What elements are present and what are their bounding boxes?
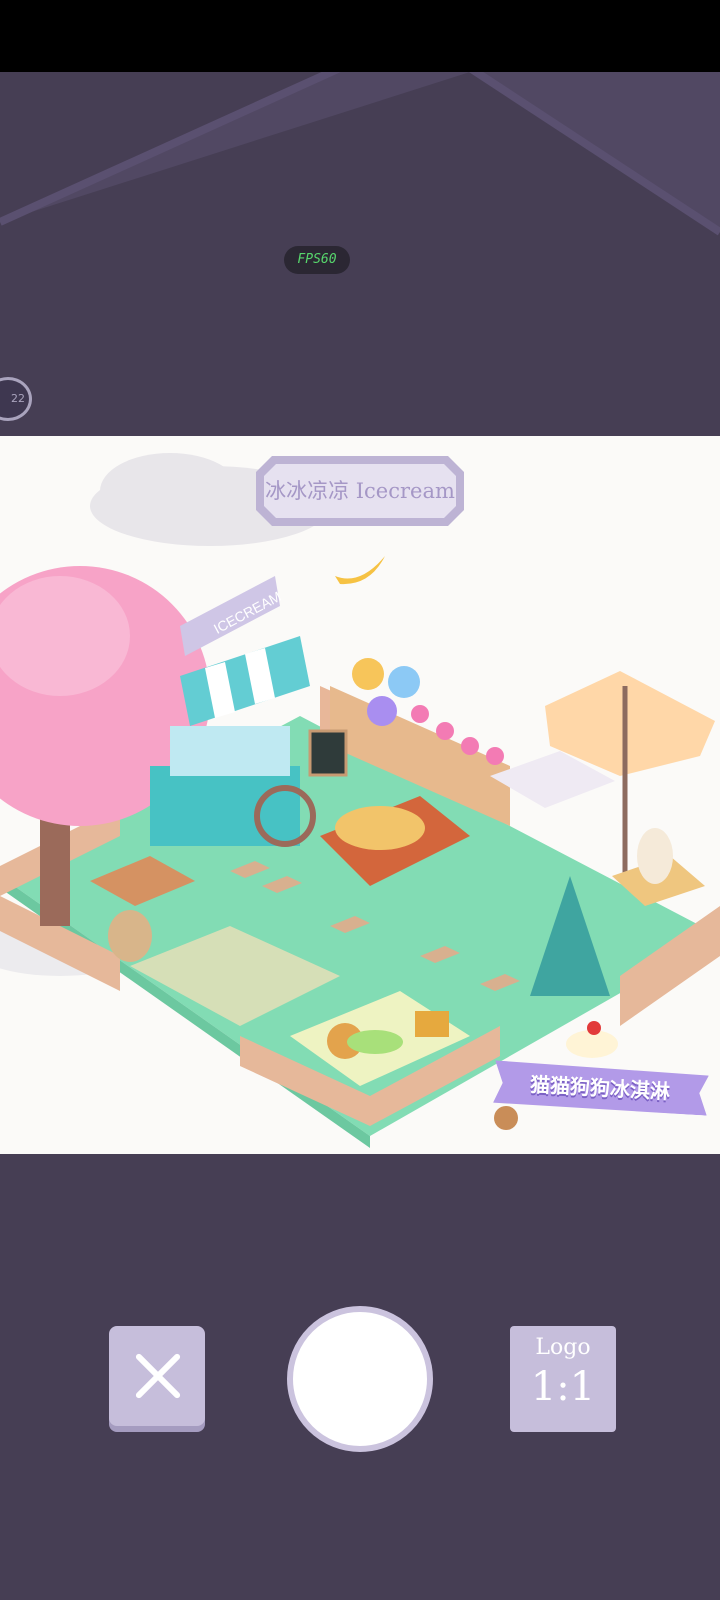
game-scene: ICECREAM 冰冰凉凉 Icecream 猫猫狗狗冰淇淋 (0, 436, 720, 1154)
title-banner: 冰冰凉凉 Icecream (256, 456, 464, 526)
balloon (388, 666, 420, 698)
logo-ratio-line2: 1:1 (530, 1364, 596, 1410)
banana (335, 556, 385, 585)
cloud-puff (100, 453, 240, 529)
fps-counter: FPS60 (284, 246, 350, 274)
logo-cherry (587, 1021, 601, 1035)
flower (461, 737, 479, 755)
balloon (352, 658, 384, 690)
photo-controls: Logo 1:1 (0, 1154, 720, 1600)
status-bar (0, 0, 720, 72)
picnic-basket (415, 1011, 449, 1037)
cart-body (150, 766, 300, 846)
camera-preview-area: FPS60 22 (0, 72, 720, 436)
flower (436, 722, 454, 740)
close-button[interactable] (109, 1326, 205, 1426)
food-stool (108, 910, 152, 962)
chalkboard (308, 729, 348, 777)
logo-ratio-button[interactable]: Logo 1:1 (510, 1326, 616, 1432)
logo-ratio-line1: Logo (535, 1335, 591, 1360)
chair-dog (637, 828, 673, 884)
logo-cookie (494, 1106, 518, 1130)
scene-illustration: ICECREAM (0, 453, 720, 1148)
shutter-button[interactable] (287, 1306, 433, 1452)
dog (335, 806, 425, 850)
banner-title: 冰冰凉凉 Icecream (265, 479, 455, 503)
balloon (367, 696, 397, 726)
flower (411, 705, 429, 723)
cart-top (170, 726, 290, 776)
background-roof-shape (0, 72, 720, 236)
lion-body (347, 1030, 403, 1054)
flower (486, 747, 504, 765)
